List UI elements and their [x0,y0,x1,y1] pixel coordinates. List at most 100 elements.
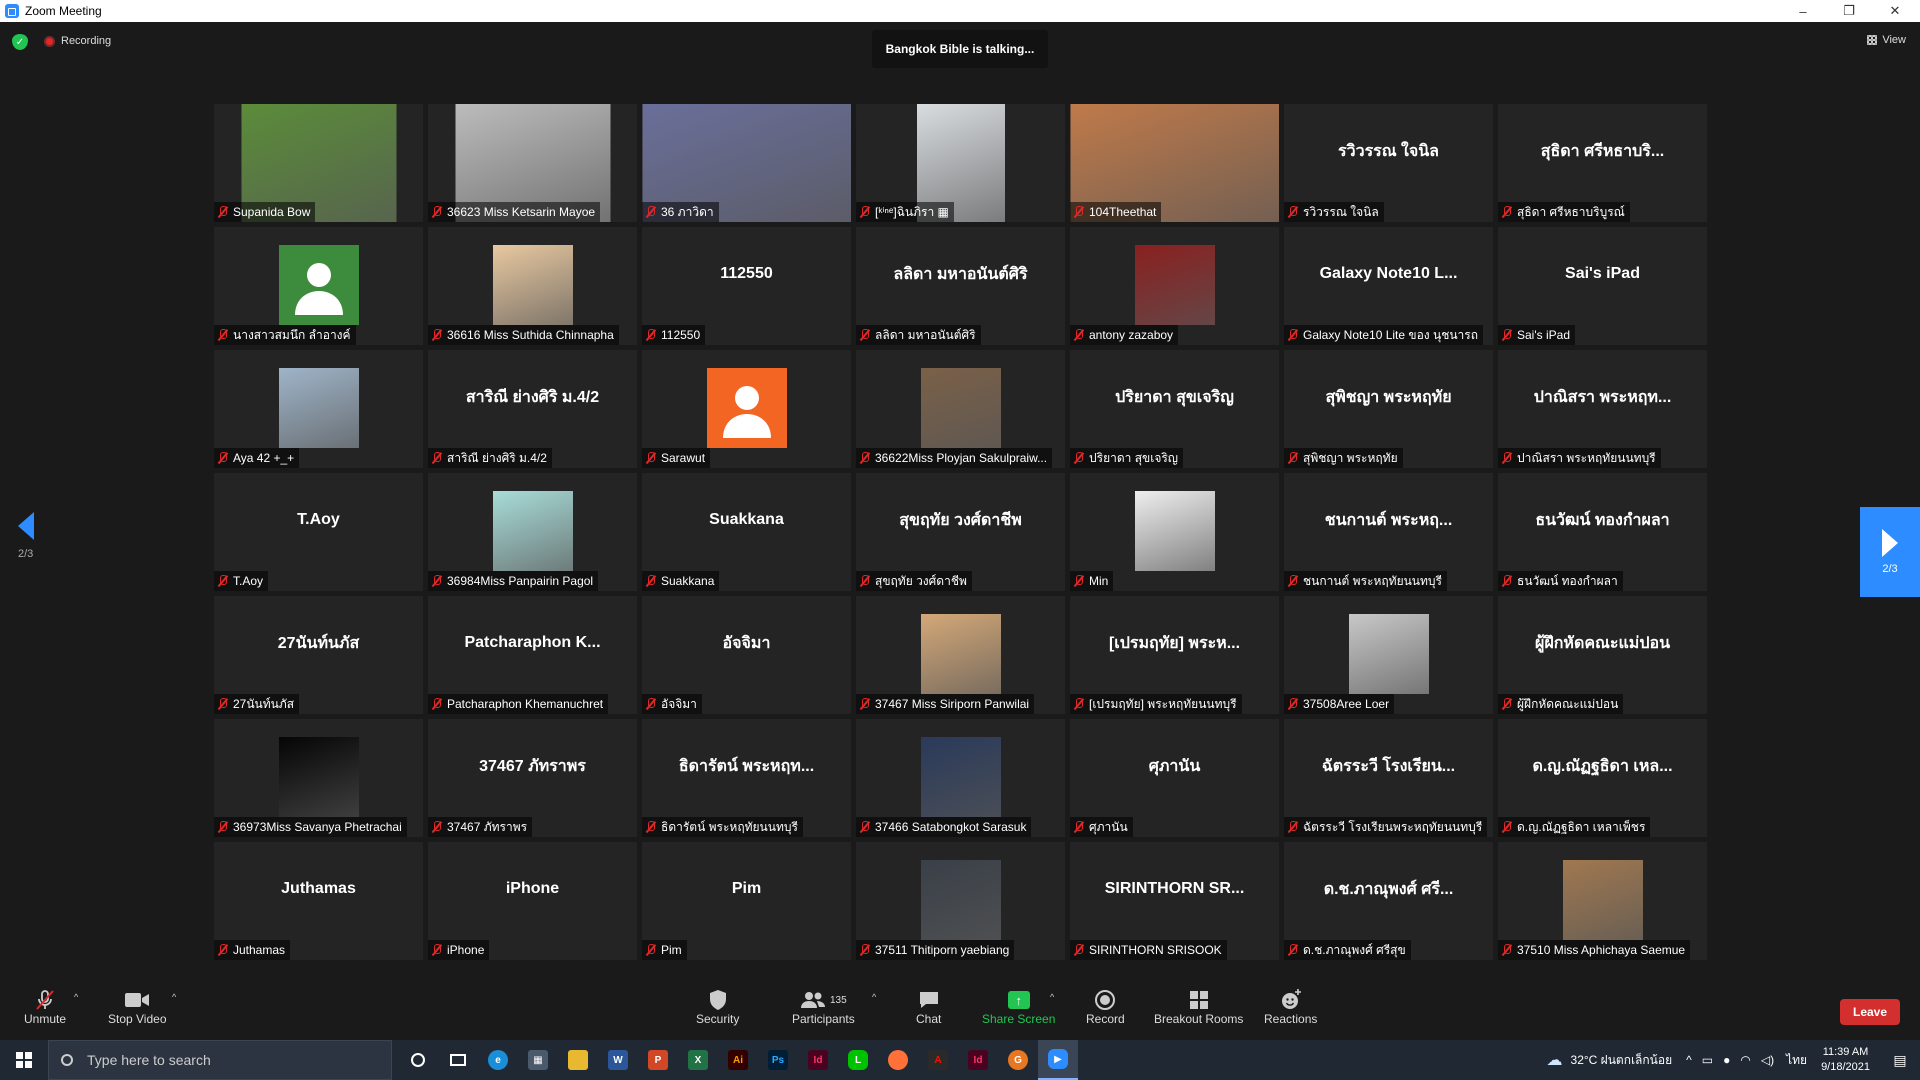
participant-tile[interactable]: 112550 112550 [642,227,851,345]
participant-tile[interactable]: ปริยาดา สุขเจริญ ปริยาดา สุขเจริญ [1070,350,1279,468]
calculator-icon[interactable]: ▦ [518,1040,558,1080]
stop-video-button[interactable]: Stop Video [108,988,167,1026]
recording-indicator[interactable]: Recording [44,35,111,47]
participant-tile[interactable]: 37510 Miss Aphichaya Saemue [1498,842,1707,960]
acrobat-icon[interactable]: A [918,1040,958,1080]
participant-tile[interactable]: Suakkana Suakkana [642,473,851,591]
taskbar-clock[interactable]: 11:39 AM 9/18/2021 [1821,1045,1870,1075]
zoom-taskbar-icon[interactable]: ▶ [1038,1040,1078,1080]
cortana-icon[interactable] [398,1040,438,1080]
security-button[interactable]: Security [696,988,739,1026]
participant-tile[interactable]: ด.ญ.ณัฏฐธิดา เหล... ด.ญ.ณัฏฐธิดา เหลาเพ็ช… [1498,719,1707,837]
reactions-button[interactable]: Reactions [1264,988,1317,1026]
previous-page-button[interactable]: 2/3 [18,512,38,562]
participant-tile[interactable]: สุขฤทัย วงศ์ดาชีพ สุขฤทัย วงศ์ดาชีพ [856,473,1065,591]
network-icon[interactable]: ▭ [1702,1053,1713,1067]
participant-tile[interactable]: 36973Miss Savanya Phetrachai [214,719,423,837]
participant-tile[interactable]: Patcharaphon K... Patcharaphon Khemanuchr… [428,596,637,714]
participant-tile[interactable]: Aya 42 +_+ [214,350,423,468]
breakout-rooms-button[interactable]: Breakout Rooms [1154,988,1243,1026]
powerpoint-icon[interactable]: P [638,1040,678,1080]
share-options-chevron-icon[interactable]: ^ [1050,992,1054,1002]
participant-tile[interactable]: Min [1070,473,1279,591]
leave-button[interactable]: Leave [1840,999,1900,1025]
participant-tile[interactable]: Supanida Bow [214,104,423,222]
maximize-button[interactable]: ❐ [1826,0,1872,22]
participant-tile[interactable]: ลลิดา มหาอนันต์ศิริ ลลิดา มหาอนันต์ศิริ [856,227,1065,345]
encryption-shield-icon[interactable]: ✓ [12,34,28,50]
participant-tile[interactable]: [ᵏⁱⁿᵉ]ฉินภิรา ▦ [856,104,1065,222]
participant-tile[interactable]: 37467 ภัทราพร 37467 ภัทราพร [428,719,637,837]
participants-options-chevron-icon[interactable]: ^ [872,992,876,1002]
participant-tile[interactable]: iPhone iPhone [428,842,637,960]
illustrator-icon[interactable]: Ai [718,1040,758,1080]
participant-tile[interactable]: 36 ภาวิดา [642,104,851,222]
start-button[interactable] [0,1040,48,1080]
participant-tile[interactable]: 27นันท์นภัส 27นันท์นภัส [214,596,423,714]
participant-tile[interactable]: สุพิชญา พระหฤทัย สุพิชญา พระหฤทัย [1284,350,1493,468]
word-icon[interactable]: W [598,1040,638,1080]
participant-tile[interactable]: ธนวัฒน์ ทองกำผลา ธนวัฒน์ ทองกำผลา [1498,473,1707,591]
participant-tile[interactable]: [เปรมฤทัย] พระห... [เปรมฤทัย] พระหฤทัยนนท… [1070,596,1279,714]
participant-tile[interactable]: 36984Miss Panpairin Pagol [428,473,637,591]
minimize-button[interactable]: – [1780,0,1826,22]
participant-tile[interactable]: 36622Miss Ployjan Sakulpraiw... [856,350,1065,468]
participant-tile[interactable]: สุธิดา ศรีหธาบริ... สุธิดา ศรีหธาบริบูรณ์ [1498,104,1707,222]
participant-tile[interactable]: T.Aoy T.Aoy [214,473,423,591]
participant-tile[interactable]: ชนกานต์ พระหฤ... ชนกานต์ พระหฤทัยนนทบุรี [1284,473,1493,591]
participant-tile[interactable]: นางสาวสมนึก ลำอางค์ [214,227,423,345]
edge-icon[interactable]: e [478,1040,518,1080]
participant-tile[interactable]: ผู้ฝึกหัดคณะแม่ปอน ผู้ฝึกหัดคณะแม่ปอน [1498,596,1707,714]
participant-tile[interactable]: 37508Aree Loer [1284,596,1493,714]
close-button[interactable]: ✕ [1872,0,1918,22]
participant-tile[interactable]: 37467 Miss Siriporn Panwilai [856,596,1065,714]
notifications-icon[interactable]: ▤ [1880,1052,1920,1069]
task-view-icon[interactable] [438,1040,478,1080]
video-options-chevron-icon[interactable]: ^ [172,992,176,1002]
participant-tile[interactable]: 104Theethat [1070,104,1279,222]
photoshop-icon[interactable]: Ps [758,1040,798,1080]
record-button[interactable]: Record [1086,988,1125,1026]
input-language[interactable]: ไทย [1786,1051,1807,1070]
participant-tile[interactable]: Sarawut [642,350,851,468]
next-page-button[interactable]: 2/3 [1860,507,1920,597]
view-button[interactable]: View [1867,34,1906,46]
participant-tile[interactable]: antony zazaboy [1070,227,1279,345]
audio-options-chevron-icon[interactable]: ^ [74,992,78,1002]
taskbar-search-box[interactable]: Type here to search [48,1040,392,1080]
participant-tile[interactable]: ปาณิสรา พระหฤท... ปาณิสรา พระหฤทัยนนทบุรี [1498,350,1707,468]
share-screen-button[interactable]: ↑ Share Screen [982,988,1055,1026]
indesign-icon[interactable]: Id [798,1040,838,1080]
participant-tile[interactable]: Galaxy Note10 L... Galaxy Note10 Lite ของ… [1284,227,1493,345]
participant-tile[interactable]: SIRINTHORN SR... SIRINTHORN SRISOOK [1070,842,1279,960]
participant-tile[interactable]: ด.ช.ภาณุพงศ์ ศรี... ด.ช.ภาณุพงศ์ ศรีสุข [1284,842,1493,960]
excel-icon[interactable]: X [678,1040,718,1080]
participant-tile[interactable]: Pim Pim [642,842,851,960]
chat-button[interactable]: Chat [916,988,941,1026]
microphone-tray-icon[interactable]: ● [1723,1053,1730,1067]
muted-microphone-icon [645,944,656,956]
line-icon[interactable]: L [838,1040,878,1080]
show-hidden-icons-icon[interactable]: ^ [1686,1053,1692,1067]
participants-button[interactable]: 135 Participants [792,988,855,1026]
participant-tile[interactable]: 37466 Satabongkot Sarasuk [856,719,1065,837]
participant-tile[interactable]: Juthamas Juthamas [214,842,423,960]
participant-tile[interactable]: รวิวรรณ ใจนิล รวิวรรณ ใจนิล [1284,104,1493,222]
participant-tile[interactable]: อัจจิมา อัจจิมา [642,596,851,714]
participant-tile[interactable]: 36623 Miss Ketsarin Mayoe [428,104,637,222]
weather-label[interactable]: 32°C ฝนตกเล็กน้อย [1571,1051,1673,1070]
grammarly-icon[interactable]: G [998,1040,1038,1080]
participant-tile[interactable]: 36616 Miss Suthida Chinnapha [428,227,637,345]
firefox-icon[interactable] [878,1040,918,1080]
participant-tile[interactable]: สาริณี ย่างศิริ ม.4/2 สาริณี ย่างศิริ ม.4… [428,350,637,468]
wifi-icon[interactable]: ◠ [1740,1053,1750,1067]
unmute-button[interactable]: Unmute [24,988,66,1026]
indesign-2-icon[interactable]: Id [958,1040,998,1080]
volume-icon[interactable]: ◁) [1761,1053,1774,1067]
participant-tile[interactable]: ธิดารัตน์ พระหฤท... ธิดารัตน์ พระหฤทัยนนท… [642,719,851,837]
participant-tile[interactable]: ฉัตรระวี โรงเรียน... ฉัตรระวี โรงเรียนพระ… [1284,719,1493,837]
participant-tile[interactable]: Sai's iPad Sai's iPad [1498,227,1707,345]
participant-tile[interactable]: ศุภานัน ศุภานัน [1070,719,1279,837]
participant-tile[interactable]: 37511 Thitiporn yaebiang [856,842,1065,960]
file-explorer-icon[interactable] [558,1040,598,1080]
